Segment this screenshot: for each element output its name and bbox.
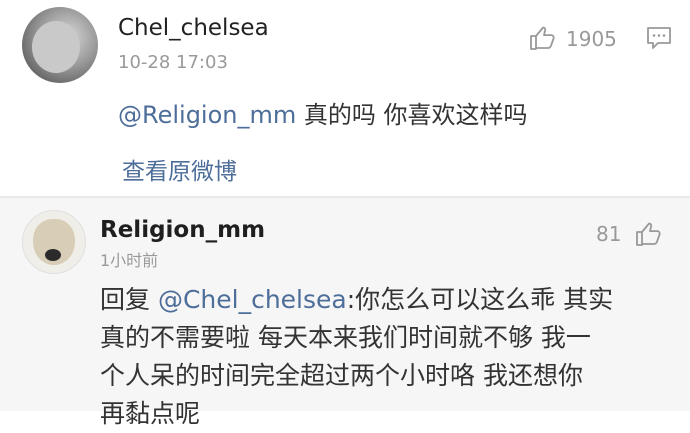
reply-prefix: 回复 [100, 285, 158, 314]
reply-line: 再黏点呢 [100, 399, 201, 428]
thumbs-up-icon[interactable] [528, 24, 556, 52]
comment-text: @Religion_mm 真的吗 你喜欢这样吗 [118, 95, 528, 130]
like-count: 1905 [566, 27, 617, 51]
reply-line: 真的不需要啦 每天本来我们时间就不够 我一 [100, 323, 591, 352]
username[interactable]: Religion_mm [100, 217, 265, 243]
thumbs-up-icon[interactable] [634, 220, 662, 248]
like-count: 81 [596, 222, 622, 246]
timestamp: 1小时前 [100, 251, 159, 270]
comment-icon[interactable] [646, 26, 672, 50]
comment-body: 真的吗 你喜欢这样吗 [296, 101, 528, 129]
reply-line: 回复 @Chel_chelsea:你怎么可以这么乖 其实 [100, 281, 613, 319]
reply-text: :你怎么可以这么乖 其实 [346, 285, 614, 314]
username[interactable]: Chel_chelsea [118, 15, 269, 41]
mention-link[interactable]: @Religion_mm [118, 101, 296, 129]
timestamp: 10-28 17:03 [118, 52, 228, 73]
view-original-link[interactable]: 查看原微博 [122, 152, 237, 186]
avatar[interactable] [22, 210, 86, 274]
mention-link[interactable]: @Chel_chelsea [158, 285, 347, 314]
reply-line: 个人呆的时间完全超过两个小时咯 我还想你 [100, 361, 583, 390]
avatar[interactable] [22, 7, 98, 83]
